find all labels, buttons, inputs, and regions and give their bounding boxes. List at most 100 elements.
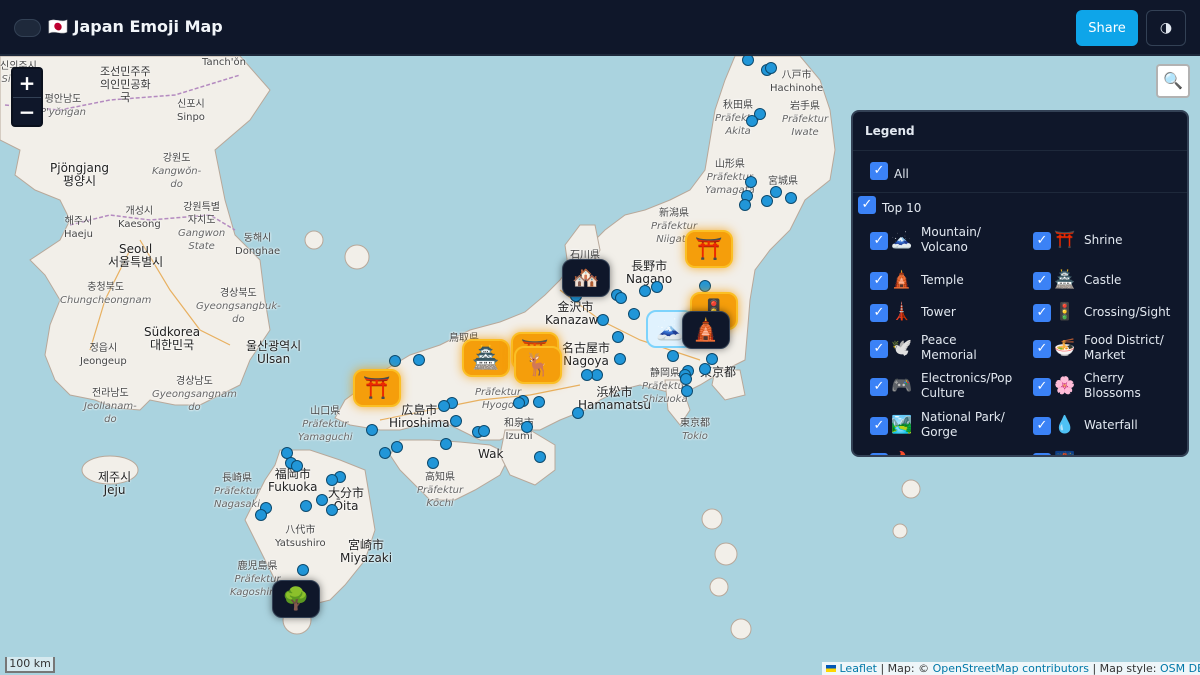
legend-item-checkbox[interactable]: ✓ [1033,304,1051,322]
poi-dot[interactable] [680,373,692,385]
deer-marker[interactable]: 🦌 [514,346,562,384]
poi-dot[interactable] [450,415,462,427]
poi-dot[interactable] [651,281,663,293]
shrine-marker[interactable]: ⛩️ [685,230,733,268]
poi-dot[interactable] [255,509,267,521]
poi-dot[interactable] [628,308,640,320]
place-nagasaki: 長崎県 Präfektur Nagasaki [214,473,261,510]
osm-de-link[interactable]: OSM DE [1160,662,1200,675]
poi-dot[interactable] [326,474,338,486]
all-checkbox[interactable]: ✓ [870,162,888,180]
legend-item-checkbox[interactable]: ✓ [1033,340,1051,358]
village-marker[interactable]: 🏘️ [562,259,610,297]
poi-dot[interactable] [534,451,546,463]
poi-dot[interactable] [440,438,452,450]
deer-icon: 🦌 [524,352,552,378]
legend-item-checkbox[interactable]: ✓ [1033,453,1051,455]
poi-dot[interactable] [699,363,711,375]
place-dprk: 조선민주주 의인민공화 국 [100,65,151,104]
legend-item-checkbox[interactable]: ✓ [870,417,888,435]
legend-item-checkbox[interactable]: ✓ [1033,378,1051,396]
contrast-icon: ◑ [1159,20,1173,36]
poi-dot[interactable] [533,396,545,408]
legend-item-label: Castle [1084,273,1122,287]
poi-dot[interactable] [379,447,391,459]
poi-dot[interactable] [291,460,303,472]
legend-item-checkbox[interactable]: ✓ [870,304,888,322]
poi-dot[interactable] [572,407,584,419]
osm-link[interactable]: OpenStreetMap contributors [933,662,1089,675]
poi-dot[interactable] [612,331,624,343]
leaflet-link[interactable]: Leaflet [840,662,877,675]
poi-dot[interactable] [785,192,797,204]
poi-dot[interactable] [614,353,626,365]
menu-toggle[interactable] [14,19,41,37]
place-donghae: 동해시 Donghae [235,233,281,257]
share-button[interactable]: Share [1076,10,1138,46]
poi-dot[interactable] [746,115,758,127]
poi-dot[interactable] [770,186,782,198]
poi-dot[interactable] [513,397,525,409]
legend-item-label: Temple [921,273,964,287]
legend-item-checkbox[interactable]: ✓ [870,340,888,358]
legend-item-checkbox[interactable]: ✓ [870,232,888,250]
poi-dot[interactable] [300,500,312,512]
legend-item-checkbox[interactable]: ✓ [870,453,888,455]
zoom-out-button[interactable]: − [13,98,41,127]
legend-item-icon: 🏯 [1054,270,1076,290]
top10-checkbox[interactable]: ✓ [858,196,876,214]
poi-dot[interactable] [699,280,711,292]
place-suedkorea: Südkorea 대한민국 [144,325,201,352]
place-pyongan: 평안남도 P'yŏngan [40,94,86,118]
poi-dot[interactable] [765,62,777,74]
place-iwate: 岩手県 Präfektur Iwate [782,101,829,138]
poi-dot[interactable] [615,292,627,304]
legend-item-label: Onsen [921,454,959,455]
place-ulsan: 울산광역시 Ulsan [246,339,302,366]
poi-dot[interactable] [478,425,490,437]
poi-dot[interactable] [316,494,328,506]
legend-item-icon: 🍜 [1054,338,1076,358]
poi-dot[interactable] [391,441,403,453]
place-jeju: 제주시 Jeju [98,470,132,497]
poi-dot[interactable] [427,457,439,469]
poi-dot[interactable] [739,199,751,211]
poi-dot[interactable] [413,354,425,366]
attribution-text: | Map style: [1088,662,1160,675]
poi-dot[interactable] [438,400,450,412]
legend-item-checkbox[interactable]: ✓ [1033,232,1051,250]
place-jeongeup: 정읍시 Jeongeup [80,343,127,367]
zoom-in-button[interactable]: + [13,69,41,98]
poi-dot[interactable] [681,385,693,397]
poi-dot[interactable] [597,314,609,326]
place-tanchon: Tanch'ŏn [202,57,246,68]
search-icon: 🔍 [1163,71,1183,90]
poi-dot[interactable] [297,564,309,576]
legend-item-checkbox[interactable]: ✓ [1033,417,1051,435]
shrine-marker[interactable]: ⛩️ [353,369,401,407]
castle-marker[interactable]: 🏯 [462,339,510,377]
search-button[interactable]: 🔍 [1156,64,1190,98]
legend-item-checkbox[interactable]: ✓ [1033,272,1051,290]
poi-dot[interactable] [326,504,338,516]
poi-dot[interactable] [581,369,593,381]
legend-item-checkbox[interactable]: ✓ [870,378,888,396]
legend-item-label: Peace Memorial [921,333,977,362]
place-gangwon-n: 강원도 Kangwŏn-do [152,153,202,190]
poi-dot[interactable] [745,176,757,188]
place-gangwon-s: 강원특별 자치도 Gangwon State [178,202,226,252]
poi-dot[interactable] [389,355,401,367]
poi-dot[interactable] [761,195,773,207]
poi-dot[interactable] [521,421,533,433]
temple-marker[interactable]: 🛕 [682,311,730,349]
place-fukuoka: 福岡市 Fukuoka [268,467,318,494]
place-sinpo: 신포시 Sinpo [177,99,205,123]
legend-divider [853,150,1187,151]
poi-dot[interactable] [639,285,651,297]
poi-dot[interactable] [667,350,679,362]
poi-dot[interactable] [366,424,378,436]
legend-item-checkbox[interactable]: ✓ [870,272,888,290]
park-marker[interactable]: 🌳 [272,580,320,618]
theme-toggle-button[interactable]: ◑ [1146,10,1186,46]
attribution: Leaflet | Map: © OpenStreetMap contribut… [822,662,1200,675]
